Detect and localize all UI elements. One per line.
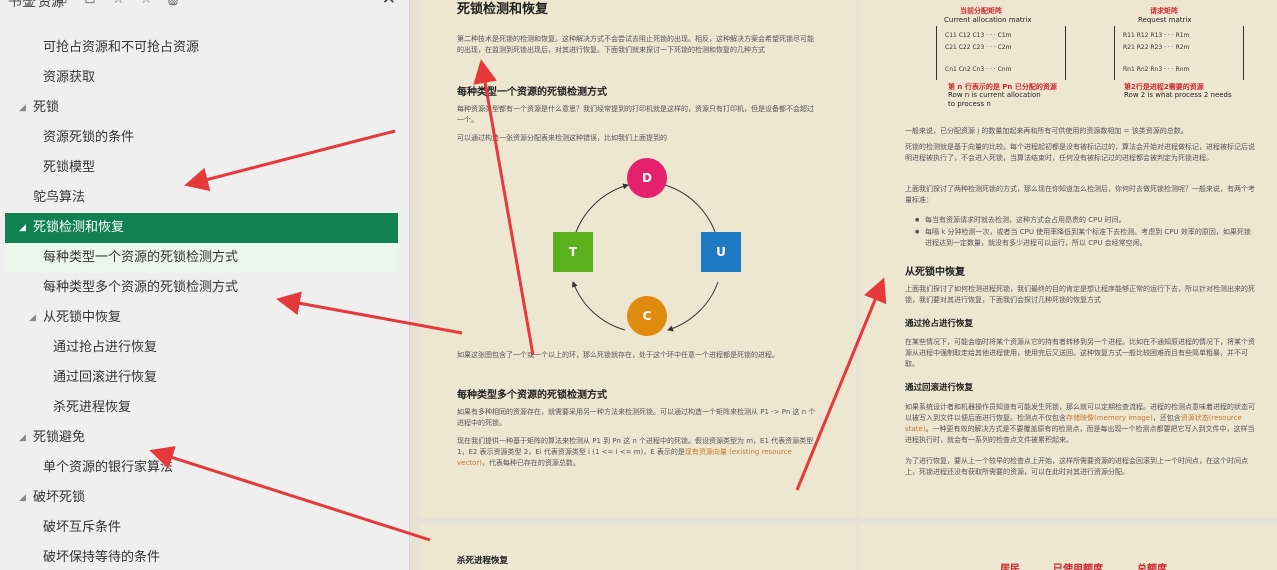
sidebar-item-label: 破坏保持等待的条件	[43, 550, 161, 565]
paragraph-vector-compare: 死锁的检测就是基于向量的比较。每个进程起初都是没有被标记过的，算法会开始对进程做…	[905, 143, 1255, 162]
paragraph-multi-2: 现在我们提供一种基于矩阵的算法来检测从 P1 到 Pn 这 n 个进程中的死锁。…	[457, 437, 814, 467]
sidebar-item-label: 单个资源的银行家算法	[43, 460, 174, 475]
sidebar-item[interactable]: 资源死锁的条件	[5, 123, 398, 153]
sidebar-item[interactable]: ◢ 死锁检测和恢复	[5, 213, 398, 243]
sidebar-item[interactable]: ◢ 从死锁中恢复	[5, 303, 398, 333]
sidebar-item-label: 死锁检测和恢复	[33, 220, 125, 235]
page-bottom-right: 居民 已使用额度 总额度	[860, 524, 1277, 570]
heading-recover: 从死锁中恢复	[905, 267, 965, 278]
sidebar-item-label: 杀死进程恢复	[53, 400, 132, 415]
sidebar-item-label: 鸵鸟算法	[33, 190, 86, 205]
sidebar-item[interactable]: 通过抢占进行恢复	[5, 333, 398, 363]
sidebar-item-label: 破坏互斥条件	[43, 520, 122, 535]
intro-paragraph: 第二种技术是死锁的检测和恢复。这种解决方式不会尝试去阻止死锁的出现。相反，这种解…	[457, 35, 814, 54]
sidebar-item[interactable]: 每种类型多个资源的死锁检测方式	[5, 273, 398, 303]
graph-node-u: U	[701, 232, 741, 272]
heading-preempt: 通过抢占进行恢复	[905, 319, 974, 329]
sidebar-item-label: 每种类型一个资源的死锁检测方式	[43, 250, 239, 265]
sidebar-item-label: 从死锁中恢复	[43, 310, 122, 325]
current-matrix-label-en: Current allocation matrix	[944, 16, 1032, 24]
page-bottom-left: 杀死进程恢复	[420, 524, 856, 570]
sidebar-item[interactable]: 通过回滚进行恢复	[5, 363, 398, 393]
request-matrix-note-en: Row 2 is what process 2 needs	[1124, 91, 1232, 99]
sidebar-item[interactable]: ◢ 死锁避免	[5, 423, 398, 453]
sidebar-item[interactable]: ◢ 死锁	[5, 93, 398, 123]
edge-c-t	[571, 281, 626, 331]
current-matrix-label-cn: 当前分配矩阵	[960, 7, 1002, 15]
sidebar-item[interactable]: ◢ 破坏死锁	[5, 483, 398, 513]
edge-u-c	[667, 281, 719, 332]
sidebar-item[interactable]: ◢ 资源	[5, 0, 398, 18]
paragraph-matrix-sum: 一般来说，已分配资源 j 的数量加起来再和所有可供使用的资源数相加 = 该类资源…	[905, 127, 1188, 135]
sidebar-item[interactable]: 单个资源的银行家算法	[5, 453, 398, 483]
sidebar-item-label: 通过回滚进行恢复	[53, 370, 158, 385]
table-header-total: 总额度	[1137, 564, 1167, 570]
sidebar-item[interactable]: 资源获取	[5, 63, 398, 93]
paragraph-single-1: 每种资源类型都有一个资源是什么意思？我们经常提到的打印机就是这样的，资源只有打印…	[457, 105, 814, 124]
paragraph-rollback: 如果系统设计者和机器操作员知道有可能发生死锁，那么就可以定期检查流程。进程的检测…	[905, 403, 1255, 444]
paragraph-preempt: 在某些情况下，可能会临时将某个资源从它的持有者转移到另一个进程。比如在不通知原进…	[905, 338, 1255, 368]
sidebar-item-label: 可抢占资源和不可抢占资源	[43, 40, 200, 55]
heading-multi-resource: 每种类型多个资源的死锁检测方式	[457, 390, 607, 401]
current-matrix-note-en: Row n is current allocation to process n	[948, 91, 1041, 108]
table-header-used: 已使用额度	[1053, 564, 1103, 570]
section-title: 死锁检测和恢复	[457, 2, 549, 17]
sidebar-item[interactable]: 杀死进程恢复	[5, 393, 398, 423]
sidebar-item[interactable]: 鸵鸟算法	[5, 183, 398, 213]
page-right: 当前分配矩阵 Current allocation matrix C11 C12…	[860, 0, 1277, 518]
expand-arrow-icon[interactable]: ◢	[19, 213, 26, 243]
heading-kill-process: 杀死进程恢复	[457, 556, 509, 566]
document-view[interactable]: 死锁检测和恢复 第二种技术是死锁的检测和恢复。这种解决方式不会尝试去阻止死锁的出…	[410, 0, 1277, 570]
paragraph-cycle: 如果这张图包含了一个或一个以上的环，那么死锁就存在，处于这个环中任意一个进程都是…	[457, 351, 779, 359]
page-left: 死锁检测和恢复 第二种技术是死锁的检测和恢复。这种解决方式不会尝试去阻止死锁的出…	[420, 0, 856, 518]
paragraph-multi-1: 如果有多种相同的资源存在，就需要采用另一种方法来检测死锁。可以通过构造一个矩阵来…	[457, 408, 816, 427]
sidebar-item-label: 死锁避免	[33, 430, 86, 445]
paragraph-recover: 上面我们探讨了如何检测进程死锁，我们最终的目的肯定是想让程序能够正常的运行下去，…	[905, 285, 1255, 304]
current-matrix: C11 C12 C13 · · · C1m C21 C22 C23 · · · …	[936, 26, 1066, 80]
request-matrix: R11 R12 R13 · · · R1m R21 R22 R23 · · · …	[1114, 26, 1244, 80]
sidebar-item-label: 每种类型多个资源的死锁检测方式	[43, 280, 239, 295]
expand-arrow-icon[interactable]: ◢	[24, 0, 31, 18]
sidebar-item-label: 资源	[38, 0, 65, 10]
expand-arrow-icon[interactable]: ◢	[19, 423, 26, 453]
sidebar-item-label: 通过抢占进行恢复	[53, 340, 158, 355]
bookmark-sidebar: 书签 ⊞ ⊟ ☆ ☆ 🗑 ✕ ◢资源可抢占资源和不可抢占资源资源获取◢死锁资源死…	[0, 0, 410, 570]
sidebar-item[interactable]: 每种类型一个资源的死锁检测方式	[5, 243, 398, 273]
sidebar-item-label: 死锁模型	[43, 160, 96, 175]
sidebar-item[interactable]: 破坏互斥条件	[5, 513, 398, 543]
sidebar-item[interactable]: 可抢占资源和不可抢占资源	[5, 33, 398, 63]
sidebar-item-label: 死锁	[33, 100, 60, 115]
expand-arrow-icon[interactable]: ◢	[19, 93, 26, 123]
highlight-memory-image: 存储映像(memory image)	[1066, 414, 1153, 422]
graph-node-t: T	[553, 232, 593, 272]
paragraph-rollback-2: 为了进行恢复，要从上一个较早的检查点上开始，这样所需要资源的进程会回滚到上一个时…	[905, 457, 1248, 476]
request-matrix-label-en: Request matrix	[1138, 16, 1192, 24]
sidebar-item-label: 破坏死锁	[33, 490, 86, 505]
expand-arrow-icon[interactable]: ◢	[19, 483, 26, 513]
sidebar-item-label: 资源获取	[43, 70, 96, 85]
list-item: 每当有资源请求时就去检测，这种方式会占用昂贵的 CPU 时间。	[915, 215, 1255, 226]
request-matrix-label-cn: 请求矩阵	[1150, 7, 1178, 15]
list-item: 每隔 k 分钟检测一次，或者当 CPU 使用率降低到某个标准下去检测。考虑到 C…	[915, 227, 1255, 249]
heading-rollback: 通过回滚进行恢复	[905, 383, 974, 393]
graph-node-d: D	[627, 158, 667, 198]
paragraph-when-detect: 上面我们探讨了两种检测死锁的方式，那么现在你知道怎么检测后，你何时去做死锁检测呢…	[905, 185, 1255, 204]
sidebar-item[interactable]: 死锁模型	[5, 153, 398, 183]
graph-node-c: C	[627, 296, 667, 336]
sidebar-item-label: 资源死锁的条件	[43, 130, 135, 145]
expand-arrow-icon[interactable]: ◢	[29, 303, 36, 333]
sidebar-item[interactable]: 破坏保持等待的条件	[5, 543, 398, 570]
heading-single-resource: 每种类型一个资源的死锁检测方式	[457, 87, 607, 98]
table-header-resident: 居民	[1000, 564, 1020, 570]
paragraph-single-2: 可以通过构造一张资源分配表来检测这种错误，比如我们上面提到的	[457, 134, 667, 142]
